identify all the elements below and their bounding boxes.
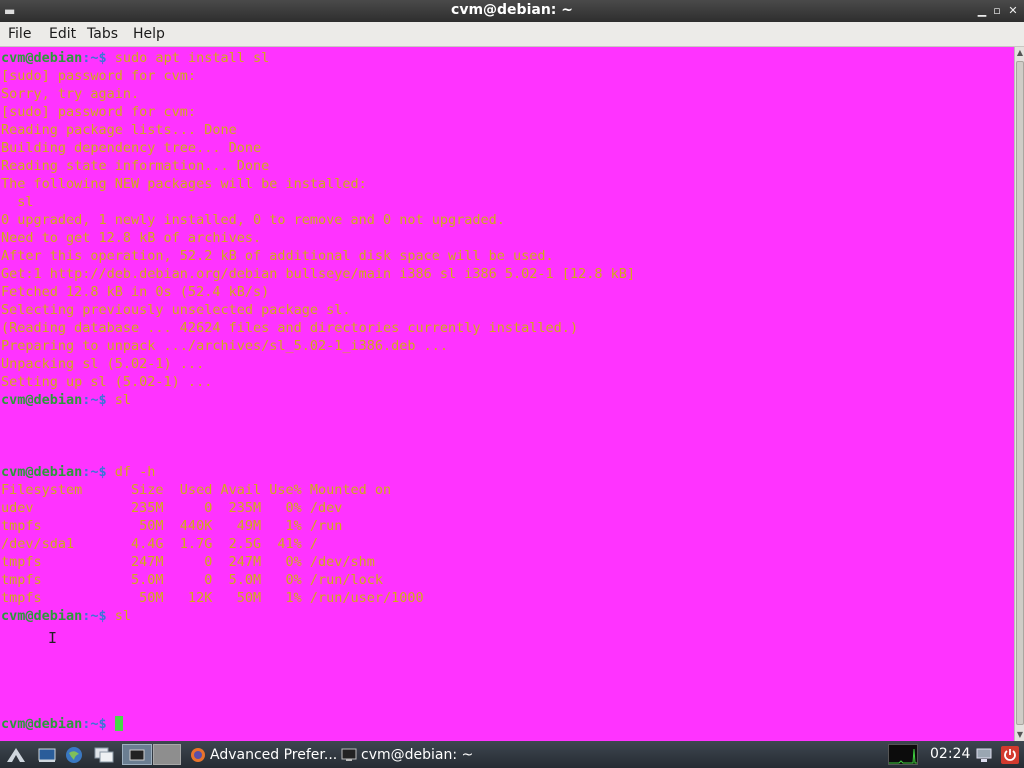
prompt-line: cvm@debian:~$ df -h: [1, 463, 155, 481]
output-line: Sorry, try again.: [1, 86, 140, 102]
window-titlebar[interactable]: ▬ cvm@debian: ~ ▁ ▫ ✕: [0, 0, 1024, 22]
output-line: [sudo] password for cvm:: [1, 68, 197, 84]
prompt-user: cvm@debian: [1, 464, 83, 480]
output-line: Selecting previously unselected package …: [1, 302, 351, 318]
output-line: Reading state information... Done: [1, 158, 270, 174]
prompt-user: cvm@debian: [1, 716, 83, 732]
output-line: Need to get 12.8 kB of archives.: [1, 230, 262, 246]
maximize-button[interactable]: ▫: [989, 3, 1005, 19]
output-line: sl: [1, 194, 34, 210]
taskbar: Advanced Prefer... cvm@debian: ~ 02:24: [0, 741, 1024, 768]
prompt-path: :~$: [82, 716, 115, 732]
prompt-line: cvm@debian:~$ sl: [1, 607, 131, 625]
terminal-scrollbar[interactable]: ▲ ▼: [1014, 47, 1024, 741]
output-line: tmpfs 247M 0 247M 0% /dev/shm: [1, 554, 375, 570]
output-line: 0 upgraded, 1 newly installed, 0 to remo…: [1, 212, 505, 228]
terminal-cursor: [114, 716, 123, 731]
output-line: tmpfs 50M 12K 50M 1% /run/user/1000: [1, 590, 424, 606]
cpu-monitor[interactable]: [888, 744, 918, 765]
prompt-user: cvm@debian: [1, 608, 83, 624]
output-line: The following NEW packages will be insta…: [1, 176, 367, 192]
file-manager-icon[interactable]: [92, 744, 116, 765]
text-cursor-icon: I: [48, 629, 58, 647]
prompt-path: :~$: [82, 50, 115, 66]
command-text: sl: [114, 608, 132, 624]
prompt-line: cvm@debian:~$ sudo apt install sl: [1, 49, 269, 67]
prompt-line: cvm@debian:~$ sl: [1, 391, 131, 409]
workspace-2-button[interactable]: [153, 744, 181, 765]
output-line: After this operation, 52.2 kB of additio…: [1, 248, 554, 264]
output-line: Preparing to unpack .../archives/sl_5.02…: [1, 338, 449, 354]
clock[interactable]: 02:24: [930, 746, 970, 762]
prompt-user: cvm@debian: [1, 392, 83, 408]
power-icon[interactable]: [998, 744, 1022, 765]
task-label: cvm@debian: ~: [361, 746, 474, 763]
prompt-user: cvm@debian: [1, 50, 83, 66]
menu-file[interactable]: File: [8, 26, 31, 42]
output-line: Unpacking sl (5.02-1) ...: [1, 356, 205, 372]
close-button[interactable]: ✕: [1005, 3, 1021, 19]
start-menu-icon[interactable]: [4, 744, 28, 765]
workspace-1-button[interactable]: [122, 744, 152, 765]
output-line: Setting up sl (5.02-1) ...: [1, 374, 213, 390]
output-line: Get:1 http://deb.debian.org/debian bulls…: [1, 266, 635, 282]
output-line: udev 235M 0 235M 0% /dev: [1, 500, 343, 516]
output-line: tmpfs 50M 440K 49M 1% /run: [1, 518, 343, 534]
window-title: cvm@debian: ~: [451, 2, 573, 18]
command-text: df -h: [114, 464, 156, 480]
output-line: Building dependency tree... Done: [1, 140, 262, 156]
terminal-output[interactable]: cvm@debian:~$ sudo apt install sl [sudo] …: [0, 47, 1014, 741]
menu-edit[interactable]: Edit: [49, 26, 76, 42]
minimize-button[interactable]: ▁: [974, 3, 990, 19]
output-line: [sudo] password for cvm:: [1, 104, 197, 120]
output-line: (Reading database ... 42624 files and di…: [1, 320, 579, 336]
prompt-path: :~$: [82, 608, 115, 624]
network-icon[interactable]: [972, 744, 996, 765]
menu-bar: File Edit Tabs Help: [0, 22, 1024, 47]
terminal-icon: [341, 748, 357, 761]
menu-tabs[interactable]: Tabs: [87, 26, 118, 42]
task-label: Advanced Prefer...: [210, 746, 338, 763]
menu-help[interactable]: Help: [133, 26, 165, 42]
show-desktop-icon[interactable]: [35, 744, 59, 765]
output-line: Fetched 12.8 kB in 0s (52.4 kB/s): [1, 284, 270, 300]
firefox-icon: [191, 747, 205, 762]
task-firefox[interactable]: Advanced Prefer...: [190, 743, 337, 766]
prompt-line: cvm@debian:~$: [1, 715, 123, 733]
command-text: sudo apt install sl: [114, 50, 270, 66]
output-line: Reading package lists... Done: [1, 122, 237, 138]
scrollbar-thumb[interactable]: [1016, 61, 1024, 725]
prompt-path: :~$: [82, 392, 115, 408]
command-text: sl: [114, 392, 132, 408]
output-line: Filesystem Size Used Avail Use% Mounted …: [1, 482, 392, 498]
output-line: /dev/sda1 4.4G 1.7G 2.5G 41% /: [1, 536, 318, 552]
output-line: tmpfs 5.0M 0 5.0M 0% /run/lock: [1, 572, 384, 588]
scroll-down-icon[interactable]: ▼: [1015, 729, 1024, 741]
web-browser-icon[interactable]: [62, 744, 86, 765]
prompt-path: :~$: [82, 464, 115, 480]
scroll-up-icon[interactable]: ▲: [1015, 47, 1024, 59]
task-terminal[interactable]: cvm@debian: ~: [341, 743, 473, 766]
